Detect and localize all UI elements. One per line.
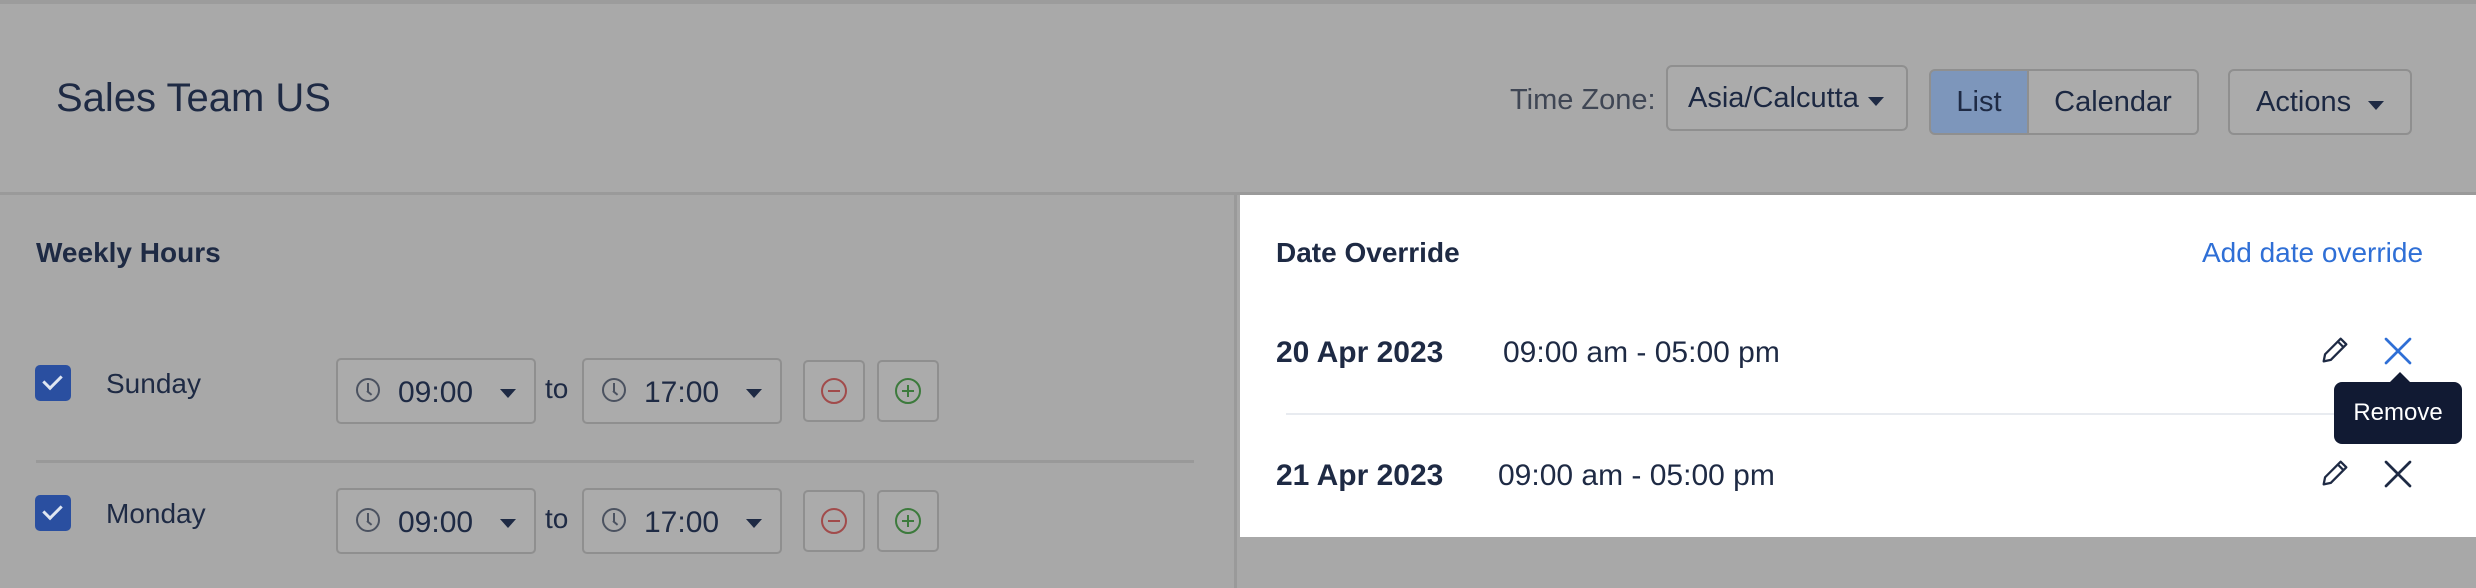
remove-slot-button[interactable]	[803, 360, 865, 422]
close-icon[interactable]	[2380, 456, 2416, 492]
row-divider	[36, 460, 1194, 463]
chevron-down-icon	[1868, 97, 1884, 106]
tooltip-text: Remove	[2353, 399, 2443, 426]
clock-icon	[602, 508, 626, 532]
weekly-hours-panel: Weekly Hours Sunday 09:00 to 17:00 Monda…	[0, 195, 1234, 588]
start-time-select[interactable]: 09:00	[336, 358, 536, 424]
pencil-icon[interactable]	[2318, 456, 2352, 490]
end-time-value: 17:00	[644, 376, 720, 409]
calendar-view-button[interactable]: Calendar	[2029, 69, 2199, 135]
day-label: Sunday	[106, 368, 201, 399]
timezone-label: Time Zone:	[1510, 84, 1656, 116]
chevron-down-icon	[2368, 101, 2384, 110]
timezone-select[interactable]: Asia/Calcutta	[1666, 65, 1908, 131]
chevron-down-icon	[500, 389, 516, 398]
day-label: Monday	[106, 498, 206, 529]
list-view-button[interactable]: List	[1929, 69, 2029, 135]
start-time-value: 09:00	[398, 376, 474, 409]
overlay-strip	[1240, 537, 2476, 588]
plus-circle-icon	[895, 508, 921, 534]
pencil-icon[interactable]	[2318, 333, 2352, 367]
end-time-select[interactable]: 17:00	[582, 358, 782, 424]
add-slot-button[interactable]	[877, 490, 939, 552]
chevron-down-icon	[746, 389, 762, 398]
override-time: 09:00 am - 05:00 pm	[1503, 336, 1780, 369]
plus-circle-icon	[895, 378, 921, 404]
chevron-down-icon	[746, 519, 762, 528]
clock-icon	[356, 378, 380, 402]
override-date: 20 Apr 2023	[1276, 336, 1444, 369]
view-toggle: List Calendar	[1929, 69, 2199, 135]
override-date: 21 Apr 2023	[1276, 459, 1444, 492]
sunday-checkbox[interactable]	[35, 365, 71, 401]
end-time-select[interactable]: 17:00	[582, 488, 782, 554]
remove-tooltip: Remove	[2334, 372, 2462, 444]
page-title: Sales Team US	[56, 76, 331, 120]
clock-icon	[602, 378, 626, 402]
chevron-down-icon	[500, 519, 516, 528]
panel-divider	[1234, 195, 1237, 588]
remove-slot-button[interactable]	[803, 490, 865, 552]
to-label: to	[545, 503, 569, 534]
to-label: to	[545, 373, 569, 404]
weekly-hours-title: Weekly Hours	[36, 237, 221, 268]
close-icon[interactable]	[2380, 333, 2416, 369]
minus-circle-icon	[821, 378, 847, 404]
actions-label: Actions	[2256, 85, 2352, 118]
actions-button[interactable]: Actions	[2228, 69, 2412, 135]
end-time-value: 17:00	[644, 506, 720, 539]
override-time: 09:00 am - 05:00 pm	[1498, 459, 1775, 492]
minus-circle-icon	[821, 508, 847, 534]
timezone-value: Asia/Calcutta	[1688, 81, 1859, 114]
start-time-value: 09:00	[398, 506, 474, 539]
add-date-override-link[interactable]: Add date override	[2202, 237, 2423, 269]
add-slot-button[interactable]	[877, 360, 939, 422]
clock-icon	[356, 508, 380, 532]
monday-checkbox[interactable]	[35, 495, 71, 531]
page-header: Sales Team US Time Zone: Asia/Calcutta L…	[0, 4, 2476, 195]
start-time-select[interactable]: 09:00	[336, 488, 536, 554]
date-override-title: Date Override	[1276, 237, 1460, 268]
override-divider	[1286, 413, 2452, 415]
